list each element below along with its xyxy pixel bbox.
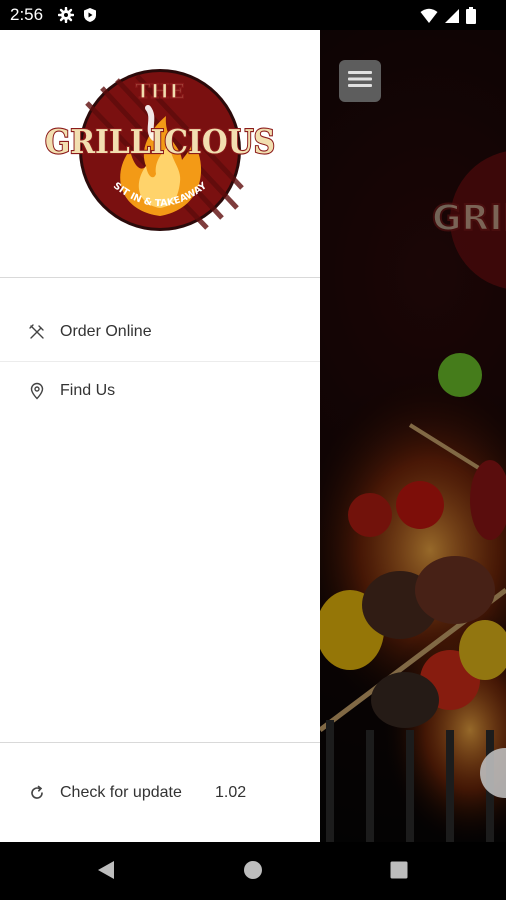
logo-brand-text: GRILLICIOUS xyxy=(45,122,275,161)
drawer-header: THE GRILLICIOUS SIT IN & TAKEAWAY xyxy=(0,30,320,278)
recents-button[interactable] xyxy=(387,860,411,884)
system-navigation-bar xyxy=(0,842,506,900)
signal-icon xyxy=(444,8,460,28)
menu-item-order-online[interactable]: Order Online xyxy=(0,303,320,361)
map-pin-icon xyxy=(28,382,46,400)
menu-item-find-us[interactable]: Find Us xyxy=(0,362,320,420)
wifi-icon xyxy=(420,8,438,28)
gear-icon xyxy=(57,6,75,27)
app-version: 1.02 xyxy=(215,784,247,801)
status-bar: 2:56 xyxy=(0,0,506,30)
menu-item-label: Find Us xyxy=(60,382,116,399)
play-shield-icon xyxy=(82,7,98,27)
home-button[interactable] xyxy=(241,860,265,884)
menu-button[interactable] xyxy=(339,60,381,102)
grillicious-logo: THE GRILLICIOUS SIT IN & TAKEAWAY xyxy=(42,68,278,238)
footer-divider xyxy=(0,742,320,743)
back-icon xyxy=(97,860,115,884)
logo-the-text: THE xyxy=(135,79,184,103)
header-divider xyxy=(0,277,320,278)
check-for-update-label: Check for update xyxy=(60,784,182,801)
battery-icon xyxy=(466,7,476,28)
status-time: 2:56 xyxy=(10,5,44,24)
menu-item-label: Order Online xyxy=(60,323,152,340)
hamburger-icon xyxy=(348,70,372,92)
back-button[interactable] xyxy=(94,860,118,884)
cutlery-icon xyxy=(28,323,46,341)
home-icon xyxy=(243,860,263,884)
refresh-icon xyxy=(28,784,46,802)
navigation-drawer: THE GRILLICIOUS SIT IN & TAKEAWAY Order … xyxy=(0,30,320,842)
check-for-update-item[interactable]: Check for update 1.02 xyxy=(0,764,320,822)
recents-icon xyxy=(390,861,408,883)
